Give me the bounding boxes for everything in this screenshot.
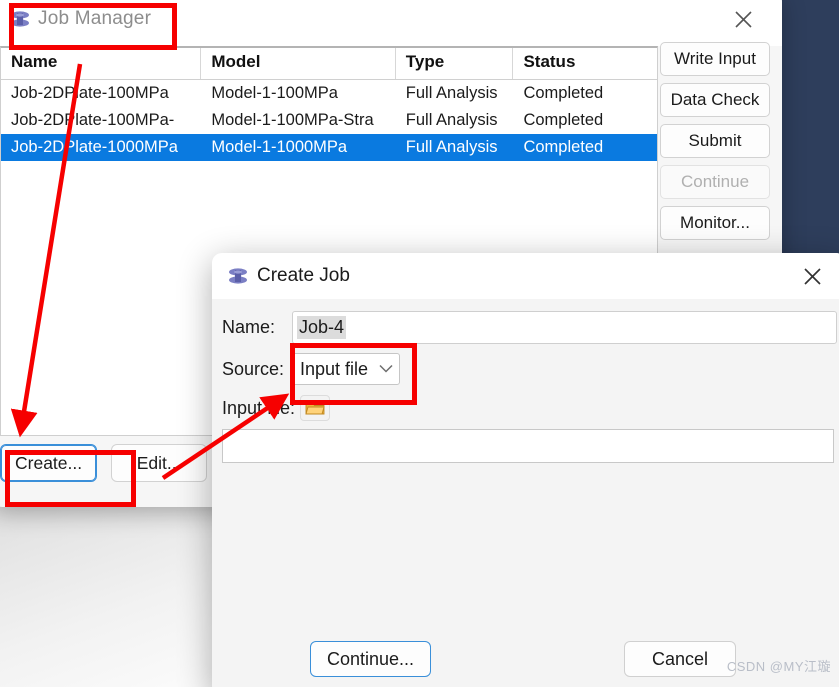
cell-name: Job-2DPlate-100MPa <box>11 84 169 102</box>
source-dropdown[interactable]: Input file <box>292 353 400 385</box>
input-file-row: Input file: <box>222 395 330 421</box>
source-field-row: Source: Input file <box>222 353 400 385</box>
source-label: Source: <box>222 358 285 379</box>
table-row[interactable]: Job-2DPlate-100MPa- Model-1-100MPa-Stra … <box>1 107 657 134</box>
create-job-close-icon[interactable] <box>792 256 832 296</box>
data-check-button[interactable]: Data Check <box>660 83 770 117</box>
folder-open-icon[interactable] <box>300 395 330 421</box>
abaqus-diamond-icon <box>10 8 30 30</box>
cell-model: Model-1-100MPa <box>211 84 338 102</box>
column-header-status[interactable]: Status <box>513 48 657 79</box>
job-manager-bottom-buttons: Create... Edit... <box>0 444 208 482</box>
chevron-down-icon <box>379 363 393 376</box>
cell-status: Completed <box>523 111 604 129</box>
submit-button[interactable]: Submit <box>660 124 770 158</box>
create-job-body: Name: Job-4 Source: Input file Input fil… <box>212 299 839 687</box>
cell-name: Job-2DPlate-1000MPa <box>11 138 178 156</box>
cell-status: Completed <box>523 138 604 156</box>
cell-model: Model-1-1000MPa <box>211 138 348 156</box>
job-manager-titlebar: Job Manager <box>0 0 782 46</box>
create-button[interactable]: Create... <box>0 444 98 482</box>
monitor-button[interactable]: Monitor... <box>660 206 770 240</box>
create-job-dialog: Create Job Name: Job-4 Source: Input fil… <box>212 253 839 687</box>
name-input-value: Job-4 <box>297 316 347 339</box>
job-manager-title: Job Manager <box>38 8 152 29</box>
cell-type: Full Analysis <box>405 138 498 156</box>
cell-type: Full Analysis <box>405 84 498 102</box>
watermark: CSDN @MY江璇 <box>726 659 831 674</box>
screen-root: Job Manager Name Model Type Status Job-2… <box>0 0 839 687</box>
table-row-selected[interactable]: Job-2DPlate-1000MPa Model-1-1000MPa Full… <box>1 134 657 161</box>
job-manager-side-buttons: Write Input Data Check Submit Continue M… <box>660 42 770 240</box>
input-file-label: Input file: <box>222 397 296 418</box>
continue-button[interactable]: Continue... <box>310 641 432 677</box>
cell-name: Job-2DPlate-100MPa- <box>11 111 175 129</box>
name-label: Name: <box>222 317 276 337</box>
cancel-button[interactable]: Cancel <box>624 641 736 677</box>
column-header-model[interactable]: Model <box>201 48 396 79</box>
column-header-name[interactable]: Name <box>1 48 202 79</box>
job-manager-close-icon[interactable] <box>722 0 764 40</box>
edit-button[interactable]: Edit... <box>111 444 208 482</box>
input-file-path-input[interactable] <box>222 429 834 463</box>
write-input-button[interactable]: Write Input <box>660 42 770 76</box>
create-job-title: Create Job <box>257 265 350 286</box>
abaqus-diamond-icon <box>228 265 248 287</box>
column-header-type[interactable]: Type <box>396 48 514 79</box>
cell-model: Model-1-100MPa-Stra <box>211 111 374 129</box>
cell-status: Completed <box>523 84 604 102</box>
name-input[interactable]: Job-4 <box>292 311 837 344</box>
name-field-row: Name: Job-4 <box>222 311 837 344</box>
table-row[interactable]: Job-2DPlate-100MPa Model-1-100MPa Full A… <box>1 80 657 107</box>
cell-type: Full Analysis <box>405 111 498 129</box>
source-dropdown-value: Input file <box>300 358 369 379</box>
continue-button: Continue <box>660 165 770 199</box>
job-table-header: Name Model Type Status <box>1 48 657 80</box>
create-job-titlebar: Create Job <box>212 253 839 299</box>
